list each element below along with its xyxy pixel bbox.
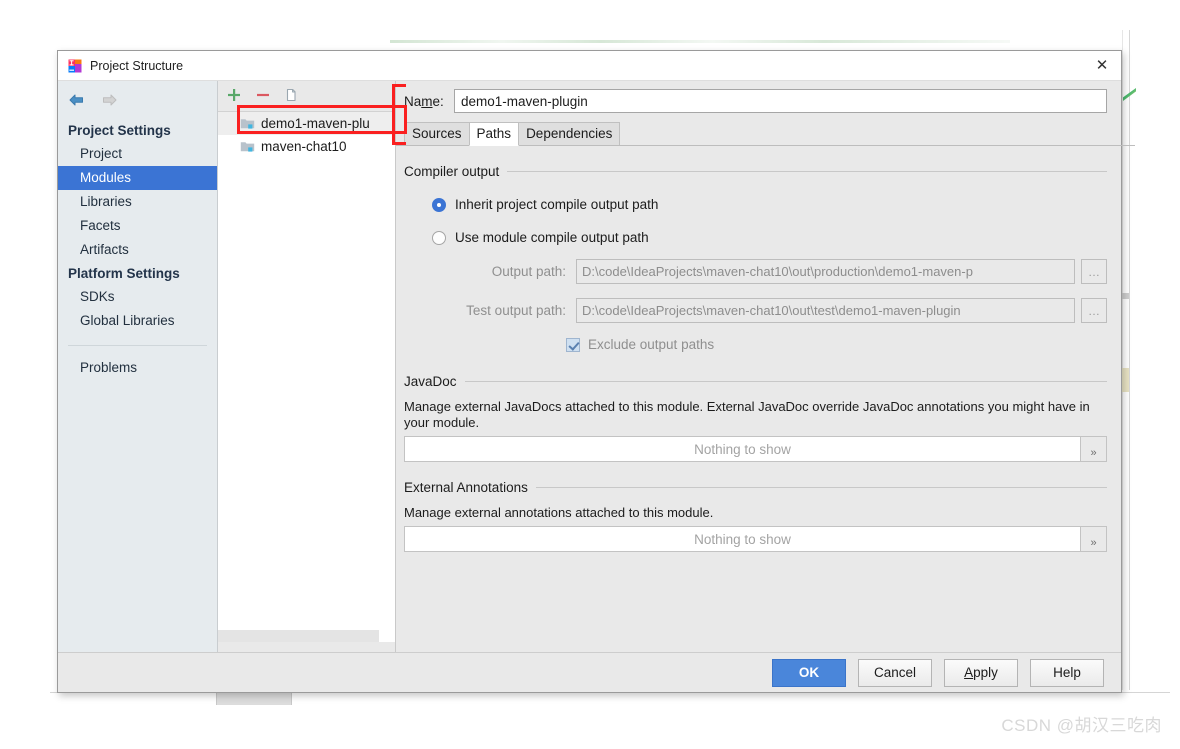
- background-warning-marker: [1122, 368, 1129, 392]
- group-rule: [507, 171, 1107, 172]
- external-annotations-expand-button[interactable]: »: [1081, 526, 1107, 552]
- module-output-radio-row[interactable]: Use module compile output path: [432, 230, 1107, 245]
- group-rule: [535, 487, 1107, 488]
- scrollbar-thumb[interactable]: [218, 630, 379, 642]
- close-icon[interactable]: ✕: [1087, 54, 1117, 77]
- ok-button[interactable]: OK: [772, 658, 846, 687]
- tab-paths[interactable]: Paths: [468, 122, 520, 146]
- module-name-label: Name:: [404, 93, 444, 109]
- test-output-path-row: Test output path: …: [404, 298, 1107, 323]
- output-path-browse-button[interactable]: …: [1081, 259, 1107, 284]
- exclude-output-paths-row[interactable]: Exclude output paths: [566, 337, 1107, 352]
- javadoc-empty-list[interactable]: Nothing to show: [404, 436, 1081, 462]
- modules-horizontal-scrollbar[interactable]: [218, 630, 379, 642]
- paths-tab-panel: Compiler output Inherit project compile …: [396, 146, 1121, 552]
- settings-sidebar: Project Settings Project Modules Librari…: [58, 81, 218, 654]
- sidebar-item-sdks[interactable]: SDKs: [58, 285, 217, 309]
- module-name-row: Name:: [396, 81, 1121, 113]
- javadoc-description: Manage external JavaDocs attached to thi…: [404, 399, 1090, 430]
- sidebar-item-project[interactable]: Project: [58, 142, 217, 166]
- background-right-divider-2: [1122, 30, 1123, 690]
- copy-module-icon[interactable]: [284, 87, 300, 103]
- module-icon: [240, 117, 255, 130]
- external-annotations-header: External Annotations: [404, 480, 1107, 495]
- javadoc-list-row: Nothing to show »: [404, 436, 1107, 462]
- module-output-label: Use module compile output path: [455, 230, 649, 245]
- remove-module-icon[interactable]: [255, 87, 271, 103]
- external-annotations-title: External Annotations: [404, 480, 528, 495]
- javadoc-expand-button[interactable]: »: [1081, 436, 1107, 462]
- module-label: demo1-maven-plu: [261, 116, 370, 131]
- sidebar-item-modules[interactable]: Modules: [58, 166, 217, 190]
- test-output-path-input[interactable]: [576, 298, 1075, 323]
- external-annotations-list-row: Nothing to show »: [404, 526, 1107, 552]
- javadoc-header: JavaDoc: [404, 374, 1107, 389]
- cancel-button[interactable]: Cancel: [858, 658, 932, 687]
- arrow-right-icon: [100, 92, 119, 108]
- module-editor-panel: Name: Sources Paths Dependencies Compile…: [396, 81, 1135, 654]
- project-structure-dialog: Project Structure ✕ Project Settings Pro…: [57, 50, 1135, 693]
- list-item[interactable]: maven-chat10: [218, 135, 395, 158]
- compiler-output-header: Compiler output: [404, 164, 1107, 179]
- screen: Project Structure ✕ Project Settings Pro…: [0, 0, 1180, 749]
- javadoc-group: JavaDoc Manage external JavaDocs attache…: [404, 374, 1107, 462]
- dialog-footer: OK Cancel Apply Help: [58, 652, 1121, 692]
- tab-sources[interactable]: Sources: [404, 122, 470, 146]
- dialog-title: Project Structure: [90, 58, 184, 73]
- sidebar-item-facets[interactable]: Facets: [58, 214, 217, 238]
- nav-group-platform-settings: Platform Settings: [68, 266, 180, 281]
- dialog-titlebar: Project Structure ✕: [58, 51, 1121, 81]
- dialog-body: Project Settings Project Modules Librari…: [58, 81, 1135, 654]
- output-path-input[interactable]: [576, 259, 1075, 284]
- intellij-idea-icon: [67, 58, 83, 74]
- output-path-row: Output path: …: [404, 259, 1107, 284]
- sidebar-item-libraries[interactable]: Libraries: [58, 190, 217, 214]
- javadoc-title: JavaDoc: [404, 374, 457, 389]
- compiler-output-title: Compiler output: [404, 164, 500, 179]
- group-rule: [464, 381, 1107, 382]
- module-label: maven-chat10: [261, 139, 347, 154]
- inherit-output-radio-row[interactable]: Inherit project compile output path: [432, 197, 1107, 212]
- inherit-output-label: Inherit project compile output path: [455, 197, 659, 212]
- nav-history-controls: [58, 81, 217, 111]
- exclude-output-paths-label: Exclude output paths: [588, 337, 715, 352]
- sidebar-item-global-libraries[interactable]: Global Libraries: [58, 309, 217, 333]
- radio-button-icon[interactable]: [432, 230, 446, 245]
- tab-dependencies[interactable]: Dependencies: [518, 122, 621, 146]
- arrow-left-icon[interactable]: [67, 92, 86, 108]
- background-right-panel: [1122, 30, 1180, 690]
- sidebar-item-problems[interactable]: Problems: [58, 356, 217, 380]
- modules-panel: demo1-maven-plu maven-chat10: [218, 81, 396, 654]
- external-annotations-group: External Annotations Manage external ann…: [404, 480, 1107, 552]
- test-output-path-browse-button[interactable]: …: [1081, 298, 1107, 323]
- module-icon: [240, 140, 255, 153]
- modules-list[interactable]: demo1-maven-plu maven-chat10: [218, 111, 395, 642]
- sidebar-item-artifacts[interactable]: Artifacts: [58, 238, 217, 262]
- compiler-output-group: Compiler output Inherit project compile …: [404, 164, 1107, 352]
- output-path-label: Output path:: [491, 264, 566, 279]
- module-tabs: Sources Paths Dependencies: [396, 122, 1135, 146]
- help-button[interactable]: Help: [1030, 658, 1104, 687]
- add-module-icon[interactable]: [226, 87, 242, 103]
- nav-group-project-settings: Project Settings: [68, 123, 171, 138]
- background-right-divider: [1129, 30, 1130, 690]
- watermark: CSDN @胡汉三吃肉: [1001, 716, 1162, 735]
- background-editor-text: [390, 40, 1010, 43]
- apply-button[interactable]: Apply: [944, 658, 1018, 687]
- checkbox-checked-icon[interactable]: [566, 337, 580, 352]
- radio-button-selected-icon[interactable]: [432, 197, 446, 212]
- module-name-input[interactable]: [454, 89, 1107, 113]
- sidebar-divider: [68, 345, 207, 346]
- list-item[interactable]: demo1-maven-plu: [218, 112, 395, 135]
- settings-nav-list: Project Settings Project Modules Librari…: [58, 119, 217, 380]
- external-annotations-empty-list[interactable]: Nothing to show: [404, 526, 1081, 552]
- background-tool-window-tab: [216, 693, 292, 705]
- background-scroll-marker: [1122, 293, 1129, 299]
- external-annotations-description: Manage external annotations attached to …: [404, 505, 714, 520]
- test-output-path-label: Test output path:: [466, 303, 566, 318]
- modules-toolbar: [218, 81, 395, 103]
